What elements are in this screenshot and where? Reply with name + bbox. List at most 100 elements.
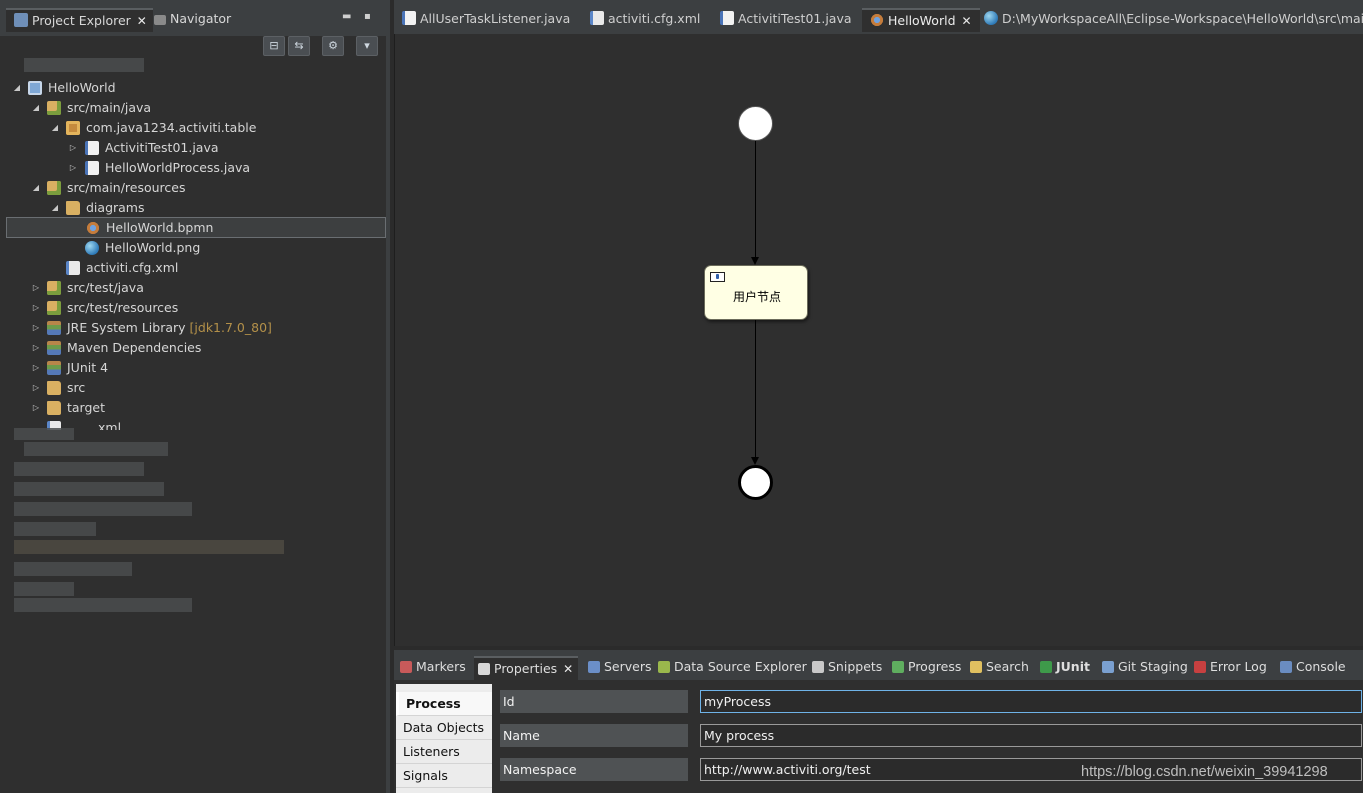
tab-console[interactable]: Console bbox=[1276, 656, 1351, 680]
tab-properties[interactable]: Properties ✕ bbox=[474, 656, 579, 680]
id-field[interactable]: myProcess bbox=[700, 690, 1362, 713]
tree-item-junit4[interactable]: ▷ JUnit 4 bbox=[0, 358, 386, 378]
expand-icon[interactable]: ▷ bbox=[31, 338, 41, 358]
tree-item-package[interactable]: ◢ com.java1234.activiti.table bbox=[0, 118, 386, 138]
tab-progress[interactable]: Progress bbox=[888, 656, 966, 680]
properties-icon bbox=[478, 663, 490, 675]
tree-item-src-test-resources[interactable]: ▷ src/test/resources bbox=[0, 298, 386, 318]
tab-navigator[interactable]: Navigator bbox=[146, 8, 237, 32]
tree-item-label: HelloWorld bbox=[48, 80, 116, 95]
tab-helloworld[interactable]: HelloWorld ✕ bbox=[862, 8, 980, 32]
error-log-icon bbox=[1194, 661, 1206, 673]
close-icon[interactable]: ✕ bbox=[962, 14, 972, 28]
expand-icon[interactable]: ▷ bbox=[31, 358, 41, 378]
tree-item-helloworldprocess[interactable]: ▷ HelloWorldProcess.java bbox=[0, 158, 386, 178]
tab-search[interactable]: Search bbox=[966, 656, 1034, 680]
maximize-icon[interactable]: ▪ bbox=[364, 12, 374, 22]
prop-tab-signals[interactable]: Signals bbox=[396, 764, 492, 788]
search-icon bbox=[970, 661, 982, 673]
database-icon bbox=[658, 661, 670, 673]
expand-icon[interactable]: ◢ bbox=[31, 98, 41, 118]
tab-data-source-explorer[interactable]: Data Source Explorer bbox=[654, 656, 812, 680]
tree-item-maven-dependencies[interactable]: ▷ Maven Dependencies bbox=[0, 338, 386, 358]
user-task[interactable]: 用户节点 bbox=[704, 265, 808, 320]
sequence-flow-2[interactable] bbox=[755, 320, 756, 458]
globe-icon bbox=[984, 11, 998, 25]
tree-item-src[interactable]: ▷ src bbox=[0, 378, 386, 398]
expand-icon[interactable]: ▷ bbox=[31, 298, 41, 318]
tab-junit[interactable]: JUnit bbox=[1036, 656, 1095, 680]
tree-item-activiti-cfg[interactable]: activiti.cfg.xml bbox=[0, 258, 386, 278]
expand-icon[interactable]: ▷ bbox=[31, 318, 41, 338]
tree-item-jre-library[interactable]: ▷ JRE System Library [jdk1.7.0_80] bbox=[0, 318, 386, 338]
tab-git-staging[interactable]: Git Staging bbox=[1098, 656, 1193, 680]
project-explorer-panel: Project Explorer ✕ Navigator ▬ ▪ ⊟ ⇆ ⚙ ▾ … bbox=[0, 0, 390, 793]
bottom-tab-bar: Markers Properties ✕ Servers Data Source … bbox=[394, 650, 1363, 680]
tab-label: Console bbox=[1296, 659, 1346, 674]
bpmn-canvas[interactable] bbox=[394, 34, 1363, 646]
jdk-version-decoration: [jdk1.7.0_80] bbox=[189, 320, 272, 335]
tree-item-target[interactable]: ▷ target bbox=[0, 398, 386, 418]
source-folder-icon bbox=[47, 281, 61, 295]
servers-icon bbox=[588, 661, 600, 673]
tab-activititest01[interactable]: ActivitiTest01.java bbox=[712, 8, 860, 32]
prop-tab-listeners[interactable]: Listeners bbox=[396, 740, 492, 764]
tree-item-label: com.java1234.activiti.table bbox=[86, 120, 257, 135]
tree-item-label: JUnit 4 bbox=[67, 360, 109, 375]
xml-file-icon bbox=[66, 261, 80, 275]
start-event[interactable] bbox=[738, 106, 773, 141]
watermark: https://blog.csdn.net/weixin_39941298 bbox=[1081, 764, 1328, 780]
tree-item-src-main-resources[interactable]: ◢ src/main/resources bbox=[0, 178, 386, 198]
link-editor-icon[interactable]: ⇆ bbox=[288, 36, 310, 56]
minimize-icon[interactable]: ▬ bbox=[342, 12, 352, 22]
expand-icon[interactable]: ◢ bbox=[50, 118, 60, 138]
expand-icon[interactable]: ▷ bbox=[68, 138, 78, 158]
tree-item-label: src/test/java bbox=[67, 280, 144, 295]
name-field[interactable]: My process bbox=[700, 724, 1362, 747]
collapse-all-icon[interactable]: ⊟ bbox=[263, 36, 285, 56]
tab-allusertasklistener[interactable]: AllUserTaskListener.java bbox=[394, 8, 578, 32]
tree-item-label-wrap: JRE System Library [jdk1.7.0_80] bbox=[67, 318, 272, 338]
tree-item-helloworld-bpmn[interactable]: HelloWorld.bpmn bbox=[6, 217, 386, 238]
tab-label: AllUserTaskListener.java bbox=[420, 11, 571, 26]
tab-label: JUnit bbox=[1056, 659, 1090, 674]
tree-item-helloworld-png[interactable]: HelloWorld.png bbox=[0, 238, 386, 258]
sequence-flow-1[interactable] bbox=[755, 141, 756, 258]
end-event[interactable] bbox=[738, 465, 773, 500]
expand-icon[interactable]: ◢ bbox=[12, 78, 22, 98]
expand-icon[interactable]: ▷ bbox=[31, 378, 41, 398]
prop-tab-process[interactable]: Process bbox=[396, 692, 492, 716]
tab-label: HelloWorld bbox=[888, 13, 956, 28]
tree-item-label: HelloWorldProcess.java bbox=[105, 160, 251, 175]
close-icon[interactable]: ✕ bbox=[563, 662, 573, 676]
tab-markers[interactable]: Markers bbox=[396, 656, 471, 680]
tab-label: Servers bbox=[604, 659, 652, 674]
prop-tab-data-objects[interactable]: Data Objects bbox=[396, 716, 492, 740]
tab-project-explorer[interactable]: Project Explorer ✕ bbox=[6, 8, 153, 32]
filter-icon[interactable]: ⚙ bbox=[322, 36, 344, 56]
tab-snippets[interactable]: Snippets bbox=[808, 656, 887, 680]
expand-icon[interactable]: ◢ bbox=[31, 178, 41, 198]
tab-label: Snippets bbox=[828, 659, 883, 674]
tree-item-diagrams[interactable]: ◢ diagrams bbox=[0, 198, 386, 218]
tab-activiti-cfg[interactable]: activiti.cfg.xml bbox=[582, 8, 708, 32]
expand-icon[interactable]: ▷ bbox=[31, 398, 41, 418]
view-menu-icon[interactable]: ▾ bbox=[356, 36, 378, 56]
user-task-label: 用户节点 bbox=[732, 290, 781, 304]
expand-icon[interactable]: ◢ bbox=[50, 198, 60, 218]
tab-label: Progress bbox=[908, 659, 962, 674]
tab-servers[interactable]: Servers bbox=[584, 656, 657, 680]
tree-item-activititest01[interactable]: ▷ ActivitiTest01.java bbox=[0, 138, 386, 158]
tree-item-src-main-java[interactable]: ◢ src/main/java bbox=[0, 98, 386, 118]
tab-png-path[interactable]: D:\MyWorkspaceAll\Eclipse-Workspace\Hell… bbox=[976, 8, 1363, 32]
tree-item-src-test-java[interactable]: ▷ src/test/java bbox=[0, 278, 386, 298]
library-icon bbox=[47, 321, 61, 335]
navigator-icon bbox=[154, 15, 166, 25]
project-explorer-toolbar: ⊟ ⇆ ⚙ ▾ bbox=[263, 36, 378, 58]
tree-item-label: diagrams bbox=[86, 200, 145, 215]
expand-icon[interactable]: ▷ bbox=[31, 278, 41, 298]
tree-item-helloworld[interactable]: ◢ HelloWorld bbox=[0, 78, 386, 98]
user-task-icon bbox=[710, 272, 725, 282]
tab-error-log[interactable]: Error Log bbox=[1190, 656, 1272, 680]
expand-icon[interactable]: ▷ bbox=[68, 158, 78, 178]
